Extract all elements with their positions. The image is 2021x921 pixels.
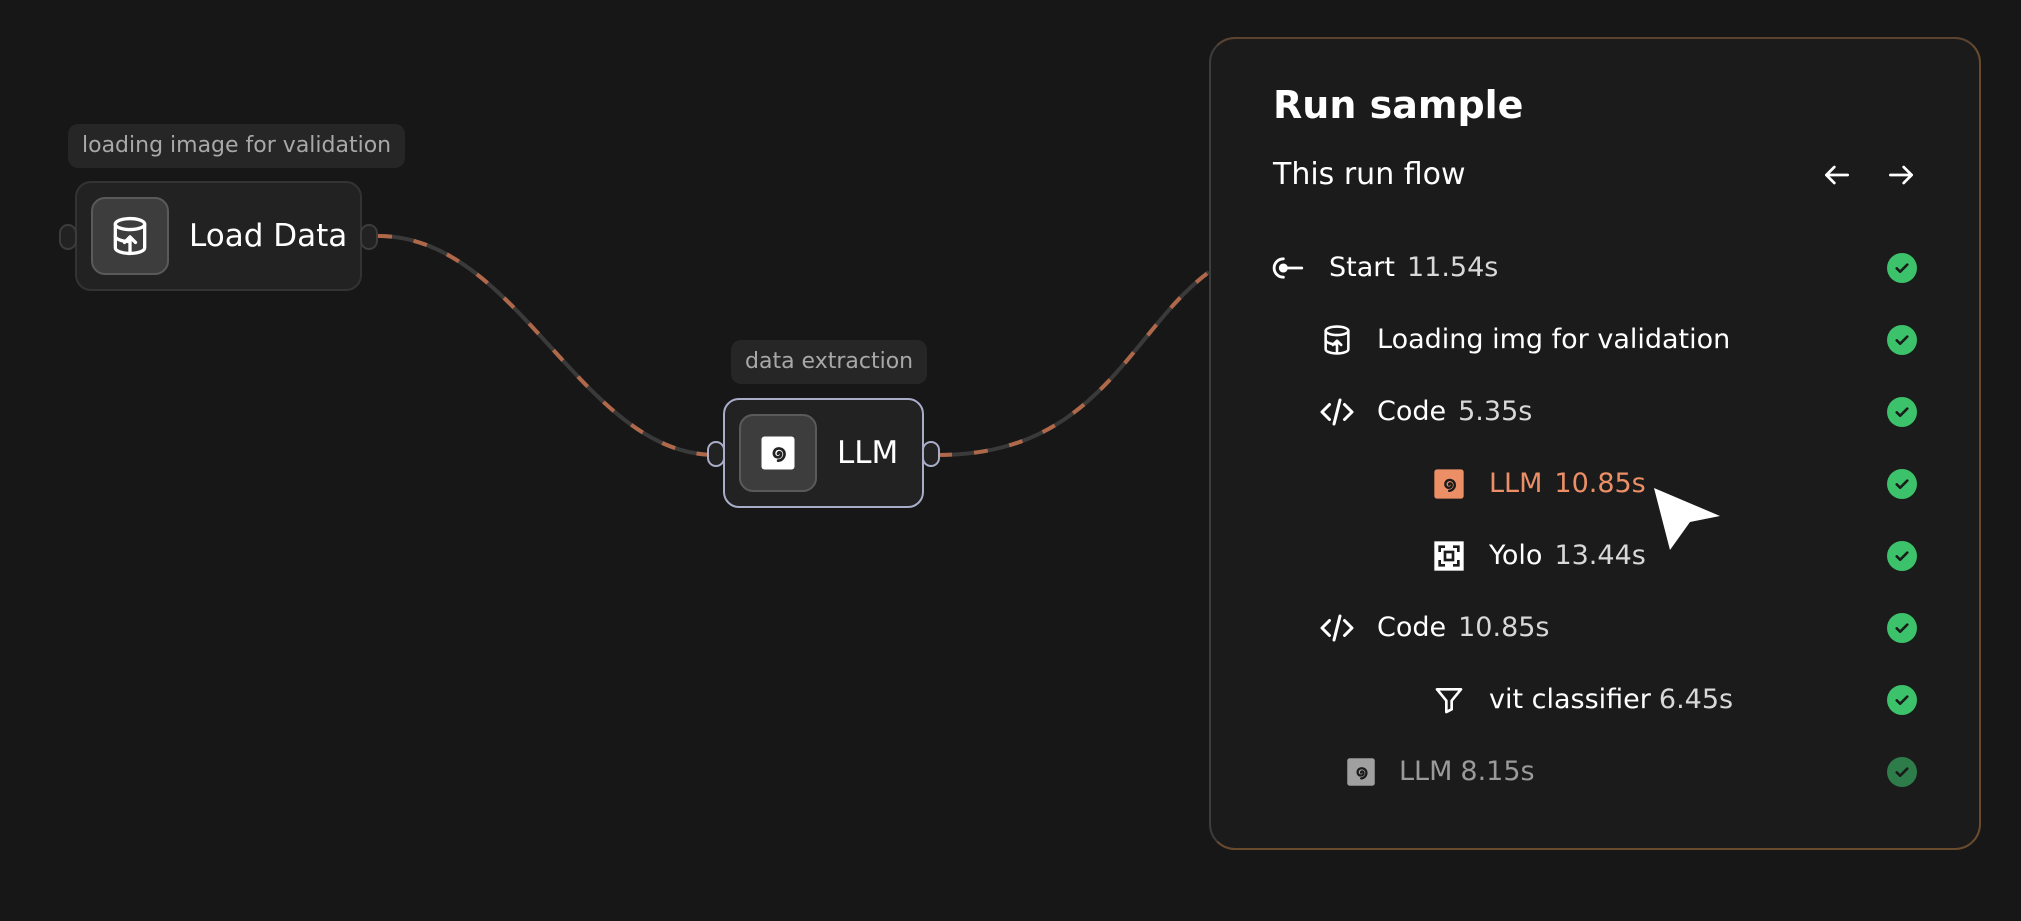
step-time: 13.44s xyxy=(1554,540,1646,571)
run-step-start[interactable]: Start 11.54s xyxy=(1271,246,1991,290)
run-step-code[interactable]: Code 5.35s xyxy=(1319,390,1991,434)
node-label-load-data: loading image for validation xyxy=(68,124,406,168)
check-icon xyxy=(1887,253,1917,283)
check-icon xyxy=(1887,757,1917,787)
step-name: LLM xyxy=(1489,468,1543,499)
spiral-icon xyxy=(1431,466,1467,502)
check-icon xyxy=(1887,541,1917,571)
node-title: LLM xyxy=(837,435,899,471)
database-upload-icon xyxy=(91,197,169,275)
step-name: vit classifier xyxy=(1489,684,1651,715)
check-icon xyxy=(1887,613,1917,643)
node-label-llm: data extraction xyxy=(731,340,928,384)
code-icon xyxy=(1319,610,1355,646)
input-port[interactable] xyxy=(707,441,725,467)
step-time: 6.45s xyxy=(1658,684,1734,715)
wire-load-to-llm xyxy=(377,234,717,457)
start-key-icon xyxy=(1271,250,1307,286)
step-time: 8.15s xyxy=(1460,756,1535,787)
run-step-vit-classifier[interactable]: vit classifier 6.45s xyxy=(1431,678,1991,722)
wire-llm-to-panel xyxy=(937,270,1211,457)
node-load-data[interactable]: Load Data xyxy=(59,181,378,291)
output-port[interactable] xyxy=(360,224,378,250)
check-icon xyxy=(1887,325,1917,355)
arrow-left-icon[interactable] xyxy=(1817,155,1857,195)
step-name: Code xyxy=(1377,612,1447,643)
filter-icon xyxy=(1431,682,1467,718)
spiral-icon xyxy=(1343,754,1379,790)
check-icon xyxy=(1887,685,1917,715)
step-name: Loading img for validation xyxy=(1377,324,1731,355)
check-icon xyxy=(1887,469,1917,499)
node-llm[interactable]: LLM xyxy=(707,398,940,508)
step-name: Code xyxy=(1377,396,1447,427)
step-time: 5.35s xyxy=(1458,396,1533,427)
step-name: Start xyxy=(1329,252,1395,283)
step-time: 11.54s xyxy=(1406,252,1499,283)
focus-frame-icon xyxy=(1431,538,1467,574)
check-icon xyxy=(1887,397,1917,427)
run-step-loading[interactable]: Loading img for validation xyxy=(1319,318,1991,362)
step-time: 10.85s xyxy=(1458,612,1550,643)
step-name: LLM xyxy=(1399,756,1453,787)
database-upload-icon xyxy=(1319,322,1355,358)
step-name: Yolo xyxy=(1489,540,1543,571)
code-icon xyxy=(1319,394,1355,430)
mouse-cursor-icon xyxy=(1652,486,1722,556)
panel-subtitle: This run flow xyxy=(1273,157,1466,192)
arrow-right-icon[interactable] xyxy=(1881,155,1921,195)
panel-title: Run sample xyxy=(1273,83,1524,127)
run-sample-panel: Run sample This run flow Start 11.54s Loa… xyxy=(1209,37,1981,850)
run-step-code-2[interactable]: Code 10.85s xyxy=(1319,606,1991,650)
output-port[interactable] xyxy=(922,441,940,467)
input-port[interactable] xyxy=(59,224,77,250)
node-title: Load Data xyxy=(189,218,348,254)
run-step-llm-2[interactable]: LLM 8.15s xyxy=(1343,750,1991,794)
step-time: 10.85s xyxy=(1554,468,1646,499)
spiral-icon xyxy=(739,414,817,492)
